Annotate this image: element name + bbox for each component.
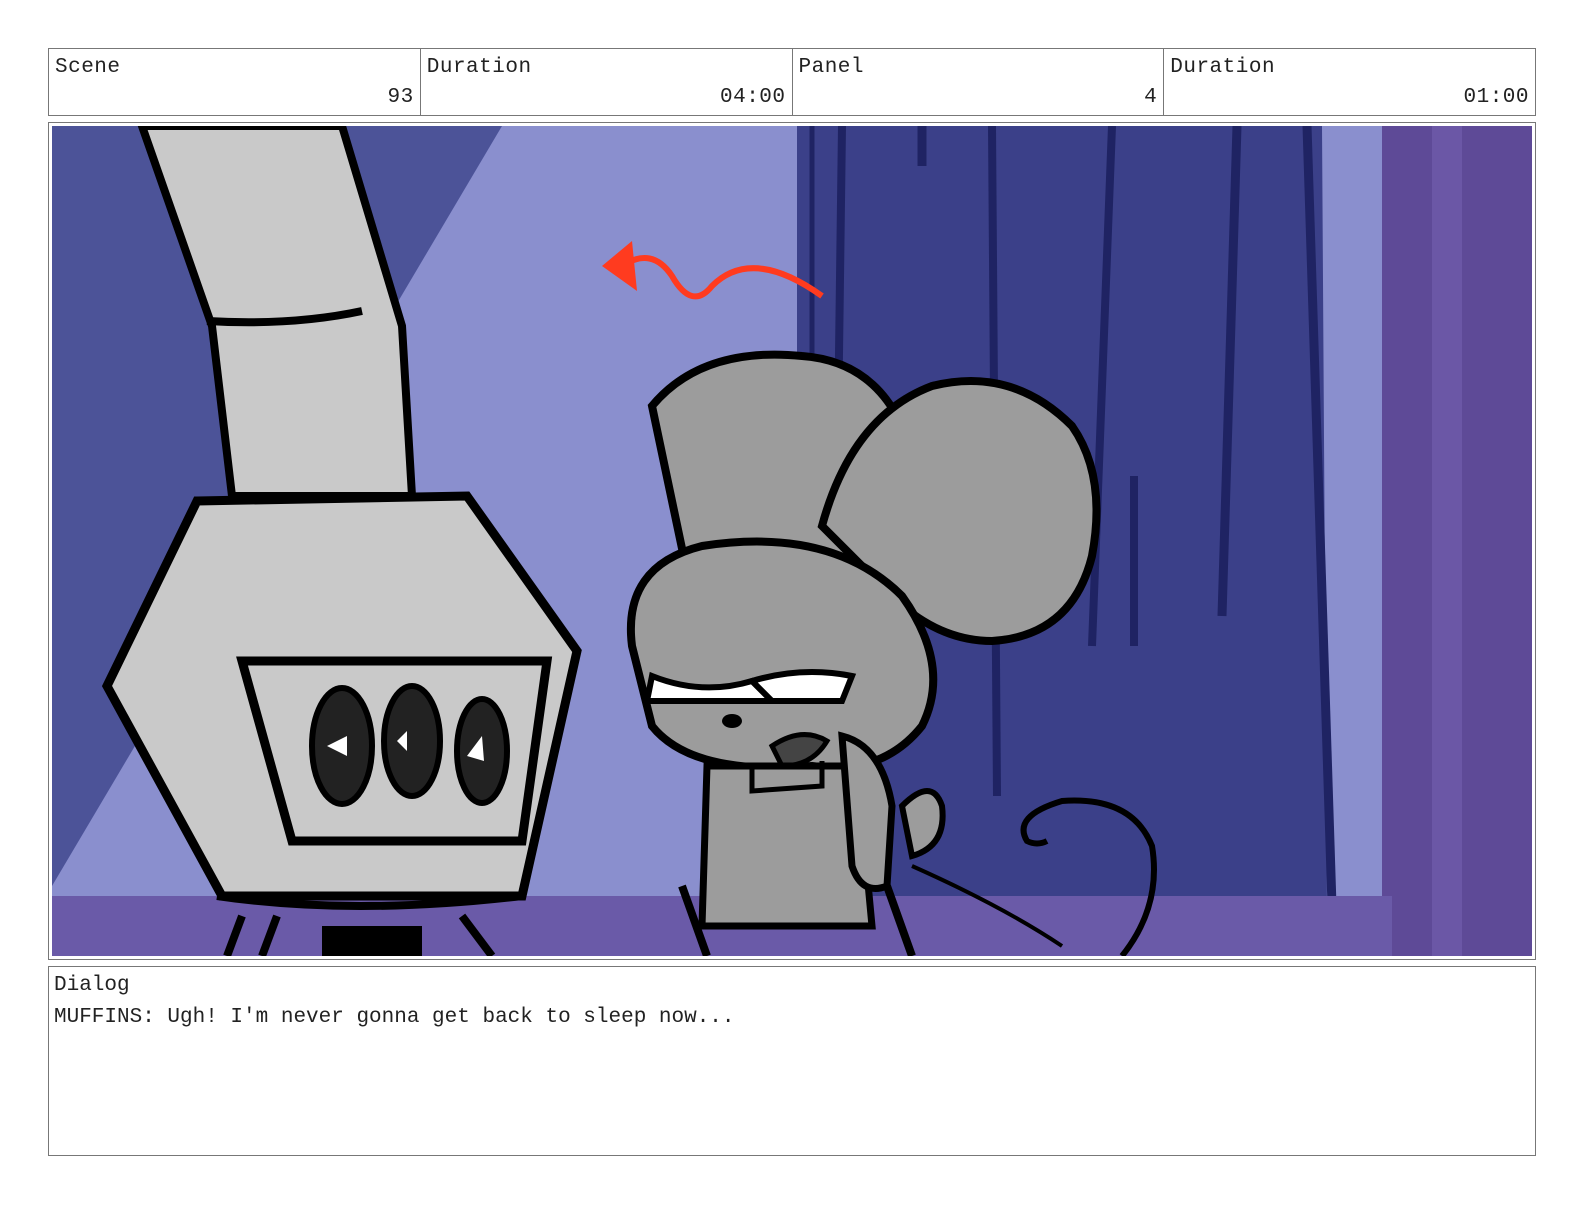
dialog-text: MUFFINS: Ugh! I'm never gonna get back t… [54, 1006, 735, 1029]
scene-duration-value: 04:00 [719, 86, 786, 109]
scene-duration-label: Duration [426, 56, 532, 79]
scene-label: Scene [55, 56, 121, 79]
scene-cell: Scene 93 [49, 49, 421, 115]
storyboard-panel [48, 122, 1536, 960]
panel-number: 4 [1144, 86, 1158, 109]
panel-duration-label: Duration [1170, 56, 1276, 79]
panel-label: Panel [798, 56, 865, 79]
scene-number: 93 [387, 86, 414, 109]
panel-artwork [52, 126, 1532, 956]
panel-header: Scene 93 Duration 04:00 Panel 4 Duration… [48, 48, 1536, 116]
panel-duration-value: 01:00 [1463, 86, 1529, 109]
panel-duration-cell: Duration 01:00 [1164, 49, 1535, 115]
dialog-box: Dialog MUFFINS: Ugh! I'm never gonna get… [48, 966, 1536, 1156]
dialog-label: Dialog [54, 974, 130, 997]
scene-duration-cell: Duration 04:00 [421, 49, 793, 115]
panel-cell: Panel 4 [793, 49, 1165, 115]
